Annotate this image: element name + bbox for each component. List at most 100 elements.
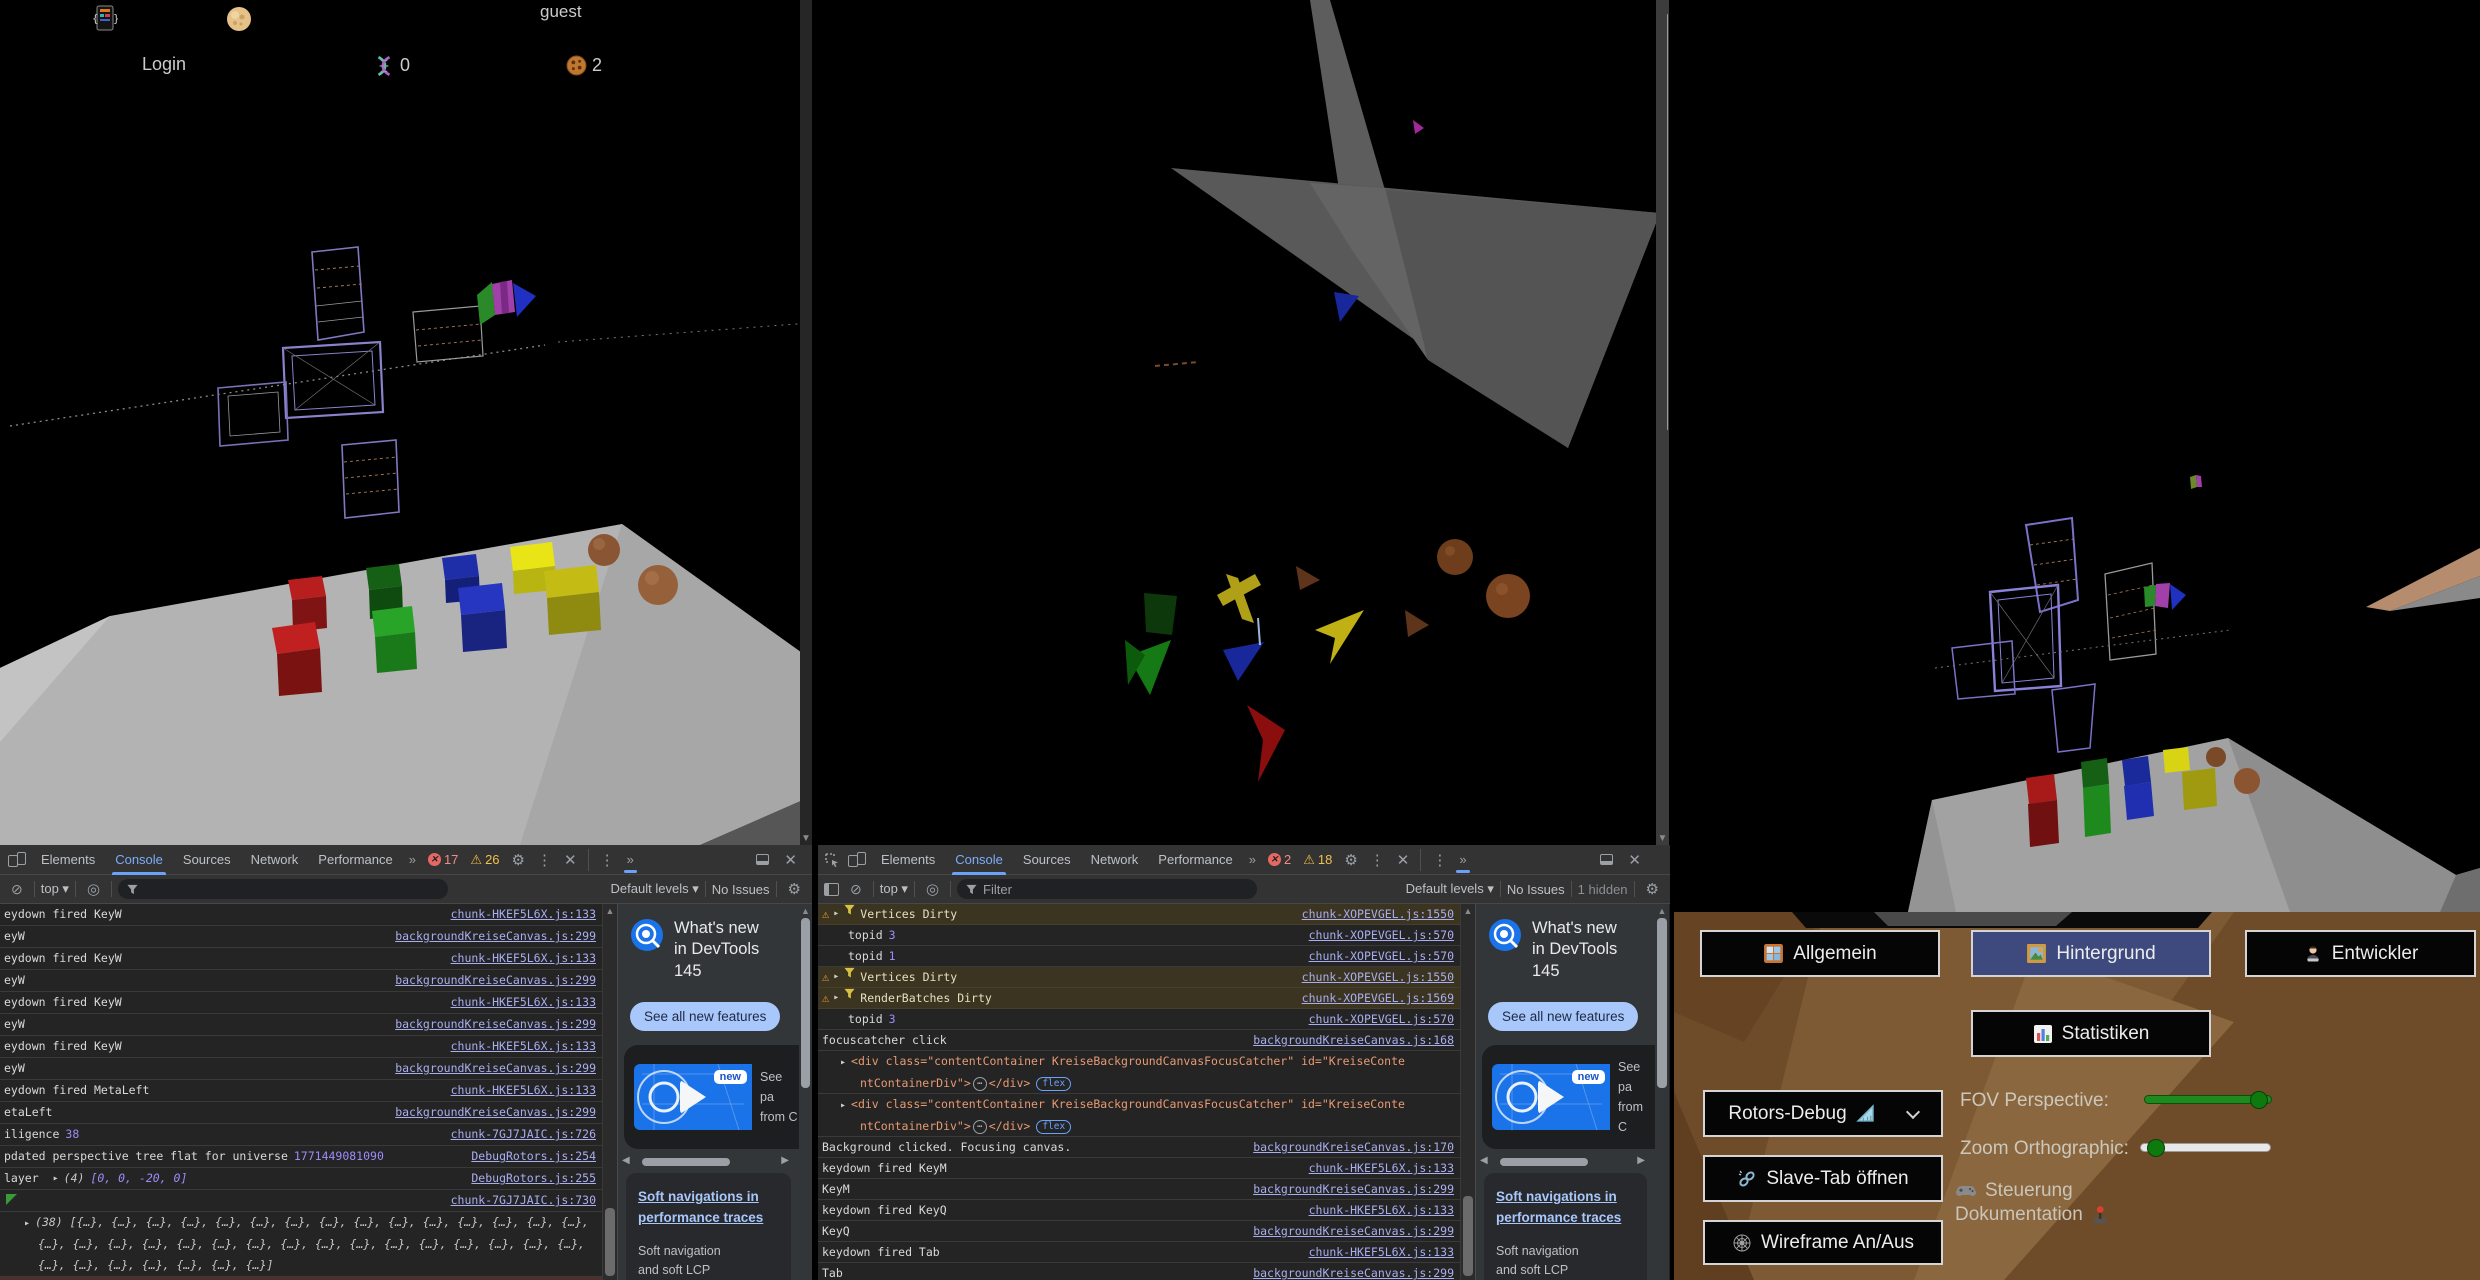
left-window-scrollbar[interactable]: ▼ [800,0,812,845]
tab-hintergrund-button[interactable]: Hintergrund [1971,930,2211,977]
console-settings-icon[interactable]: ⚙ [783,880,806,898]
warning-badge[interactable]: ⚠18 [1298,852,1337,868]
kebab-menu-icon[interactable]: ⋮ [532,851,557,869]
error-badge[interactable]: ✕2 [1263,852,1296,867]
drawer-kebab-icon[interactable]: ⋮ [595,851,620,869]
clear-console-icon[interactable]: ⊘ [6,881,28,898]
tab-network[interactable]: Network [242,845,308,875]
see-all-features-button[interactable]: See all new features [630,1002,780,1031]
see-all-features-button[interactable]: See all new features [1488,1002,1638,1031]
source-link[interactable]: chunk-XOPEVGEL.js:1550 [1292,904,1454,924]
live-expression-icon[interactable]: ◎ [82,880,105,898]
source-link[interactable]: chunk-HKEF5L6X.js:133 [441,948,596,969]
close-panel-icon[interactable]: ✕ [779,851,802,869]
article-link[interactable]: Soft navigations in performance traces [638,1189,763,1224]
no-issues-label[interactable]: No Issues [1507,882,1565,897]
rotors-debug-dropdown[interactable]: Rotors-Debug [1703,1090,1943,1137]
console-scrollbar[interactable]: ▲ [1460,904,1475,1280]
ellipsis-badge[interactable]: ⋯ [973,1120,987,1134]
feature-video-card[interactable]: new See pa from C [624,1045,799,1149]
source-link[interactable]: backgroundKreiseCanvas.js:299 [1243,1263,1454,1280]
context-selector[interactable]: top ▾ [41,881,69,897]
no-issues-label[interactable]: No Issues [712,882,770,897]
drawer-kebab-icon[interactable]: ⋮ [1427,851,1452,869]
tab-sources[interactable]: Sources [1014,845,1080,875]
source-link[interactable]: chunk-HKEF5L6X.js:133 [1299,1242,1454,1262]
inspect-element-icon[interactable] [824,852,840,868]
steuerung-doc-line2[interactable]: Dokumentation [1955,1204,2109,1226]
tab-elements[interactable]: Elements [872,845,944,875]
source-link[interactable]: chunk-7GJ7JAIC.js:726 [441,1124,596,1145]
console-scrollbar[interactable]: ▲ [602,904,617,1280]
flex-badge[interactable]: flex [1036,1077,1071,1091]
error-badge[interactable]: ✕17 [423,852,463,867]
source-link[interactable]: chunk-HKEF5L6X.js:133 [441,1036,596,1057]
warning-badge[interactable]: ⚠26 [465,852,504,868]
drawer-more-icon[interactable]: » [622,852,639,867]
tab-console[interactable]: Console [106,845,172,875]
source-link[interactable]: backgroundKreiseCanvas.js:299 [385,970,596,991]
tab-performance[interactable]: Performance [309,845,401,875]
source-link[interactable]: chunk-XOPEVGEL.js:570 [1299,925,1454,945]
source-link[interactable]: DebugRotors.js:254 [461,1146,596,1167]
tab-performance[interactable]: Performance [1149,845,1241,875]
live-expression-icon[interactable]: ◎ [921,880,944,898]
default-levels-dropdown[interactable]: Default levels ▾ [1406,881,1494,897]
source-link[interactable]: chunk-HKEF5L6X.js:133 [441,1080,596,1101]
panel-scrollbar[interactable]: ▲ [799,904,812,1280]
source-link[interactable]: chunk-XOPEVGEL.js:1569 [1292,988,1454,1008]
dock-panel-icon[interactable] [1600,854,1613,865]
source-link[interactable]: chunk-XOPEVGEL.js:570 [1299,1009,1454,1029]
clear-console-icon[interactable]: ⊘ [845,881,867,898]
filter-input[interactable]: Filter [957,879,1257,899]
console-settings-icon[interactable]: ⚙ [1641,880,1664,898]
source-link[interactable]: backgroundKreiseCanvas.js:168 [1243,1030,1454,1050]
drawer-more-icon[interactable]: » [1454,852,1471,867]
horizontal-scrollbar[interactable]: ◀▶ [1478,1157,1653,1167]
source-link[interactable]: chunk-HKEF5L6X.js:133 [441,904,596,925]
video-thumbnail[interactable]: new [1492,1064,1610,1130]
source-link[interactable]: backgroundKreiseCanvas.js:299 [1243,1221,1454,1241]
source-link[interactable]: backgroundKreiseCanvas.js:299 [385,1014,596,1035]
right-3d-canvas[interactable] [1674,0,2480,912]
middle-window-scrollbar[interactable]: ▼ [1656,0,1669,845]
slave-tab-button[interactable]: Slave-Tab öffnen [1703,1155,1943,1202]
more-tabs-icon[interactable]: » [404,852,421,867]
horizontal-scrollbar[interactable]: ◀▶ [620,1157,797,1167]
filter-input[interactable] [118,879,448,899]
video-thumbnail[interactable]: new [634,1064,752,1130]
source-link[interactable]: backgroundKreiseCanvas.js:170 [1243,1137,1454,1157]
settings-gear-icon[interactable]: ⚙ [507,851,530,869]
more-tabs-icon[interactable]: » [1244,852,1261,867]
source-link[interactable]: backgroundKreiseCanvas.js:299 [385,1102,596,1123]
fov-slider[interactable] [2144,1095,2272,1104]
source-link[interactable]: chunk-XOPEVGEL.js:1550 [1292,967,1454,987]
source-link[interactable]: chunk-HKEF5L6X.js:133 [441,992,596,1013]
source-link[interactable]: chunk-7GJ7JAIC.js:730 [441,1190,596,1211]
settings-gear-icon[interactable]: ⚙ [1339,851,1362,869]
tab-entwickler-button[interactable]: Entwickler [2245,930,2476,977]
console-sidebar-icon[interactable] [824,883,839,896]
tab-allgemein-button[interactable]: Allgemein [1700,930,1940,977]
tab-elements[interactable]: Elements [32,845,104,875]
source-link[interactable]: backgroundKreiseCanvas.js:299 [385,926,596,947]
article-link[interactable]: Soft navigations in performance traces [1496,1189,1621,1224]
device-toolbar-icon[interactable] [8,852,26,868]
kebab-menu-icon[interactable]: ⋮ [1365,851,1390,869]
source-link[interactable]: backgroundKreiseCanvas.js:299 [385,1058,596,1079]
left-3d-canvas[interactable] [0,0,812,845]
dock-panel-icon[interactable] [756,854,769,865]
source-link[interactable]: chunk-XOPEVGEL.js:570 [1299,946,1454,966]
middle-3d-canvas[interactable] [818,0,1670,845]
steuerung-doc-line1[interactable]: Steuerung [1955,1180,2073,1202]
zoom-slider[interactable] [2140,1143,2271,1152]
tab-network[interactable]: Network [1082,845,1148,875]
tab-sources[interactable]: Sources [174,845,240,875]
close-devtools-icon[interactable]: ✕ [1392,851,1415,869]
default-levels-dropdown[interactable]: Default levels ▾ [611,881,699,897]
close-panel-icon[interactable]: ✕ [1623,851,1646,869]
source-link[interactable]: backgroundKreiseCanvas.js:299 [1243,1179,1454,1199]
ellipsis-badge[interactable]: ⋯ [973,1077,987,1091]
device-toolbar-icon[interactable] [848,852,866,868]
context-selector[interactable]: top ▾ [880,881,908,897]
